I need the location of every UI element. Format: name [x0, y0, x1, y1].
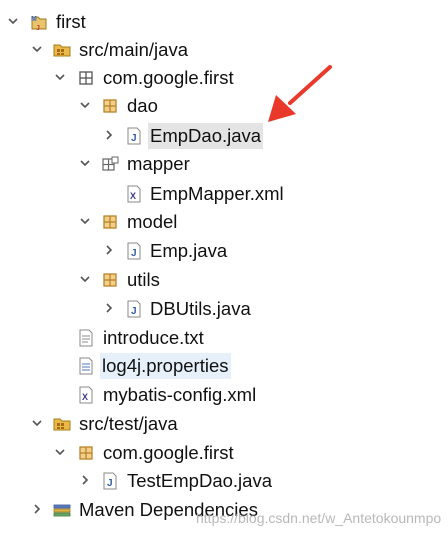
svg-text:J: J	[131, 248, 137, 259]
svg-text:J: J	[131, 133, 137, 144]
tree-item-folder-mapper[interactable]: mapper	[0, 150, 448, 178]
tree-item-label: Emp.java	[150, 240, 228, 261]
tree-item-label: log4j.properties	[100, 353, 231, 379]
svg-text:X: X	[130, 191, 136, 201]
tree-item-test-package-com-google-first[interactable]: com.google.first	[0, 439, 448, 467]
xml-file-icon: X	[79, 386, 93, 404]
chevron-right-icon[interactable]	[31, 503, 43, 515]
tree-item-label: model	[127, 211, 178, 232]
xml-file-icon: X	[127, 185, 141, 203]
tree-item-label: com.google.first	[103, 442, 234, 463]
tree-item-label: first	[56, 11, 86, 32]
project-explorer-tree: M J first src/main/java com.google.first	[0, 0, 448, 537]
source-folder-icon	[53, 44, 71, 57]
chevron-down-icon[interactable]	[79, 99, 91, 111]
java-file-icon: J	[127, 127, 141, 145]
package-icon	[79, 446, 93, 460]
svg-text:J: J	[107, 478, 113, 489]
tree-item-mybatis-config-xml[interactable]: X mybatis-config.xml	[0, 381, 448, 409]
tree-item-introduce-txt[interactable]: introduce.txt	[0, 324, 448, 352]
tree-item-first-project[interactable]: M J first	[0, 8, 448, 36]
tree-item-label: EmpMapper.xml	[150, 183, 284, 204]
java-file-icon: J	[127, 300, 141, 318]
library-icon	[53, 504, 71, 517]
chevron-down-icon[interactable]	[54, 71, 66, 83]
chevron-right-icon[interactable]	[103, 302, 115, 314]
tree-item-label: src/main/java	[79, 39, 188, 60]
tree-item-label: DBUtils.java	[150, 298, 251, 319]
properties-file-icon	[79, 357, 93, 375]
maven-project-icon: M J	[31, 16, 47, 32]
text-file-icon	[79, 329, 93, 347]
tree-item-package-utils[interactable]: utils	[0, 266, 448, 294]
tree-item-testempdao-java[interactable]: J TestEmpDao.java	[0, 467, 448, 495]
tree-item-label: TestEmpDao.java	[127, 470, 272, 491]
tree-item-label: src/test/java	[79, 413, 178, 434]
java-file-icon: J	[127, 242, 141, 260]
chevron-down-icon[interactable]	[79, 215, 91, 227]
chevron-down-icon[interactable]	[31, 417, 43, 429]
tree-item-log4j-properties[interactable]: log4j.properties	[0, 352, 448, 380]
tree-item-label: mybatis-config.xml	[103, 384, 257, 405]
empty-package-icon	[79, 71, 93, 85]
java-file-icon: J	[103, 472, 117, 490]
tree-item-empdao-java[interactable]: J EmpDao.java	[0, 122, 448, 150]
chevron-down-icon[interactable]	[7, 15, 19, 27]
tree-item-dbutils-java[interactable]: J DBUtils.java	[0, 295, 448, 323]
tree-item-label: introduce.txt	[103, 327, 204, 348]
source-folder-icon	[53, 418, 71, 431]
chevron-right-icon[interactable]	[103, 129, 115, 141]
tree-item-src-test-java[interactable]: src/test/java	[0, 410, 448, 438]
tree-item-label: mapper	[127, 153, 190, 174]
watermark-text: https://blog.csdn.net/w_Antetokounmpo	[196, 510, 442, 526]
chevron-down-icon[interactable]	[54, 446, 66, 458]
tree-item-label: utils	[127, 269, 160, 290]
tree-item-src-main-java[interactable]: src/main/java	[0, 36, 448, 64]
svg-text:J: J	[36, 25, 40, 32]
tree-item-package-model[interactable]: model	[0, 208, 448, 236]
tree-item-package-com-google-first[interactable]: com.google.first	[0, 64, 448, 92]
chevron-down-icon[interactable]	[79, 273, 91, 285]
svg-text:J: J	[131, 306, 137, 317]
chevron-down-icon[interactable]	[79, 157, 91, 169]
tree-item-emp-java[interactable]: J Emp.java	[0, 237, 448, 265]
tree-item-label: dao	[127, 95, 158, 116]
package-icon	[103, 99, 117, 113]
svg-text:M: M	[31, 16, 37, 23]
package-icon	[103, 215, 117, 229]
tree-item-package-dao[interactable]: dao	[0, 92, 448, 120]
chevron-down-icon[interactable]	[31, 43, 43, 55]
folder-package-icon	[102, 156, 119, 171]
tree-item-empmapper-xml[interactable]: X EmpMapper.xml	[0, 180, 448, 208]
tree-item-label: EmpDao.java	[148, 123, 264, 149]
chevron-right-icon[interactable]	[79, 474, 91, 486]
package-icon	[103, 273, 117, 287]
chevron-right-icon[interactable]	[103, 244, 115, 256]
svg-text:X: X	[82, 392, 88, 402]
tree-item-label: com.google.first	[103, 67, 234, 88]
